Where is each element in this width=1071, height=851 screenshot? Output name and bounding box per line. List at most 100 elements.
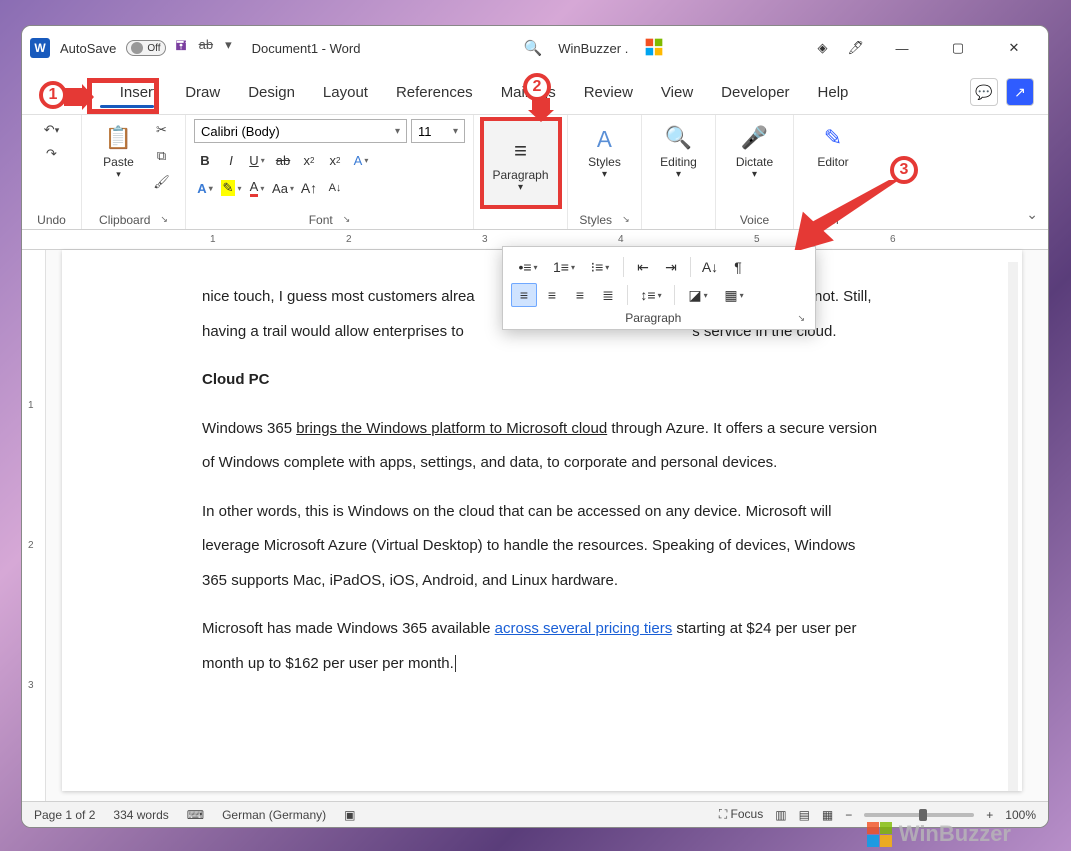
macro-record-icon[interactable]: ▣	[344, 808, 355, 822]
autosave-label: AutoSave	[60, 41, 116, 56]
tab-review[interactable]: Review	[570, 74, 647, 111]
word-icon: W	[30, 38, 50, 58]
shading-button[interactable]: ◪▾	[681, 283, 715, 307]
copy-button[interactable]: ⧉	[150, 145, 174, 167]
pen-icon[interactable]: 🖊	[847, 40, 864, 56]
collapse-ribbon-icon[interactable]: ⌄	[1026, 206, 1038, 223]
change-case-button[interactable]: Aa▾	[272, 177, 294, 199]
justify-button[interactable]: ≣	[595, 283, 621, 307]
print-layout-icon[interactable]: ▤	[799, 808, 810, 822]
document-page[interactable]: nice touch, I guess most customers alrea…	[62, 250, 1022, 791]
increase-indent-button[interactable]: ⇥	[658, 255, 684, 279]
bold-button[interactable]: B	[194, 149, 216, 171]
undo-button[interactable]: ↶ ▾	[40, 119, 64, 141]
styles-dialog-launcher[interactable]: ↘	[622, 214, 630, 225]
editor-label: Editor	[817, 155, 848, 169]
grow-font-button[interactable]: A↑	[298, 177, 320, 199]
ruler-tick: 5	[754, 234, 760, 245]
minimize-button[interactable]: —	[884, 41, 920, 56]
strikethrough-button[interactable]: ab	[272, 149, 294, 171]
bullets-button[interactable]: •≡▾	[511, 255, 545, 279]
tab-view[interactable]: View	[647, 74, 707, 111]
editing-button[interactable]: 🔍 Editing ▾	[654, 119, 704, 182]
cut-button[interactable]: ✂	[150, 119, 174, 141]
styles-button[interactable]: Ａ Styles ▾	[580, 119, 630, 182]
align-right-button[interactable]: ≡	[567, 283, 593, 307]
numbering-button[interactable]: 1≡▾	[547, 255, 581, 279]
font-dialog-launcher[interactable]: ↘	[343, 214, 351, 225]
font-name-combo[interactable]: Calibri (Body) ▾	[194, 119, 407, 143]
italic-button[interactable]: I	[220, 149, 242, 171]
editor-button[interactable]: ✎ Editor	[808, 119, 858, 171]
search-icon[interactable]: 🔍	[524, 39, 543, 57]
paste-button[interactable]: 📋 Paste ▾	[94, 119, 144, 182]
ruler-tick: 1	[210, 234, 216, 245]
ruler-tick: 3	[482, 234, 488, 245]
line-spacing-icon: ↕≡	[640, 287, 655, 303]
align-right-icon: ≡	[576, 287, 584, 303]
read-mode-icon[interactable]: ▥	[775, 808, 786, 822]
line-spacing-button[interactable]: ↕≡▾	[634, 283, 668, 307]
decrease-indent-button[interactable]: ⇤	[630, 255, 656, 279]
strikethrough-icon[interactable]: ab	[199, 37, 213, 59]
vruler-tick: 2	[28, 540, 34, 551]
status-page[interactable]: Page 1 of 2	[34, 808, 95, 822]
tab-references[interactable]: References	[382, 74, 487, 111]
highlight-button[interactable]: ✎▾	[220, 177, 242, 199]
font-size-combo[interactable]: 11 ▾	[411, 119, 465, 143]
paragraph-dropdown-button[interactable]: ≡ Paragraph ▾	[482, 119, 560, 207]
multilevel-list-button[interactable]: ⁝≡▾	[583, 255, 617, 279]
sort-button[interactable]: A↓	[697, 255, 723, 279]
dictate-button[interactable]: 🎤 Dictate ▾	[730, 119, 780, 182]
text-predict-icon[interactable]: ⌨	[187, 808, 204, 822]
web-layout-icon[interactable]: ▦	[822, 808, 833, 822]
diamond-icon[interactable]: ◈	[817, 40, 827, 56]
tab-layout[interactable]: Layout	[309, 74, 382, 111]
superscript-button[interactable]: x2	[324, 149, 346, 171]
tab-developer[interactable]: Developer	[707, 74, 803, 111]
autosave-state: Off	[147, 43, 160, 54]
save-icon[interactable]: 🖬	[176, 37, 187, 59]
status-language[interactable]: German (Germany)	[222, 808, 326, 822]
format-painter-button[interactable]: 🖌	[150, 171, 174, 193]
body-text: In other words, this is Windows on the c…	[202, 495, 882, 599]
font-color-button[interactable]: A▾	[246, 177, 268, 199]
zoom-in-button[interactable]: +	[986, 808, 993, 822]
align-left-button[interactable]: ≡	[511, 283, 537, 307]
tab-design[interactable]: Design	[234, 74, 309, 111]
status-word-count[interactable]: 334 words	[113, 808, 168, 822]
shrink-font-button[interactable]: A↓	[324, 177, 346, 199]
align-center-button[interactable]: ≡	[539, 283, 565, 307]
heading-cloud-pc: Cloud PC	[202, 363, 882, 398]
vertical-ruler[interactable]: 1 2 3	[22, 250, 46, 801]
underline-button[interactable]: U▾	[246, 149, 268, 171]
zoom-value[interactable]: 100%	[1005, 808, 1036, 822]
pilcrow-icon: ¶	[734, 259, 742, 275]
link-windows-platform[interactable]: brings the Windows platform to Microsoft…	[296, 420, 607, 437]
text-effects-button[interactable]: A▾	[350, 149, 372, 171]
annotation-marker-3: 3	[890, 156, 918, 184]
vertical-scrollbar[interactable]	[1008, 262, 1018, 791]
paragraph-dialog-launcher[interactable]: ↘	[797, 313, 805, 324]
tab-help[interactable]: Help	[804, 74, 863, 111]
text-cursor	[455, 655, 456, 672]
clipboard-dialog-launcher[interactable]: ↘	[160, 214, 168, 225]
zoom-slider[interactable]	[864, 813, 974, 817]
focus-mode-button[interactable]: ⛶ Focus	[719, 807, 763, 822]
borders-button[interactable]: ▦▾	[717, 283, 751, 307]
show-hide-button[interactable]: ¶	[725, 255, 751, 279]
subscript-button[interactable]: x2	[298, 149, 320, 171]
zoom-out-button[interactable]: −	[845, 808, 852, 822]
numbering-icon: 1≡	[553, 259, 569, 275]
maximize-button[interactable]: ▢	[940, 40, 976, 56]
autosave-toggle[interactable]: Off	[126, 40, 165, 56]
close-button[interactable]: ✕	[996, 40, 1032, 56]
link-pricing-tiers[interactable]: across several pricing tiers	[495, 620, 673, 637]
font-art-button[interactable]: A▾	[194, 177, 216, 199]
redo-button[interactable]: ↷	[40, 143, 64, 165]
comments-button[interactable]: 💬	[970, 78, 998, 106]
share-button[interactable]: ↗	[1006, 78, 1034, 106]
qat-dropdown-icon[interactable]: ▾	[225, 37, 232, 59]
sort-icon: A↓	[702, 259, 718, 275]
tab-draw[interactable]: Draw	[171, 74, 234, 111]
